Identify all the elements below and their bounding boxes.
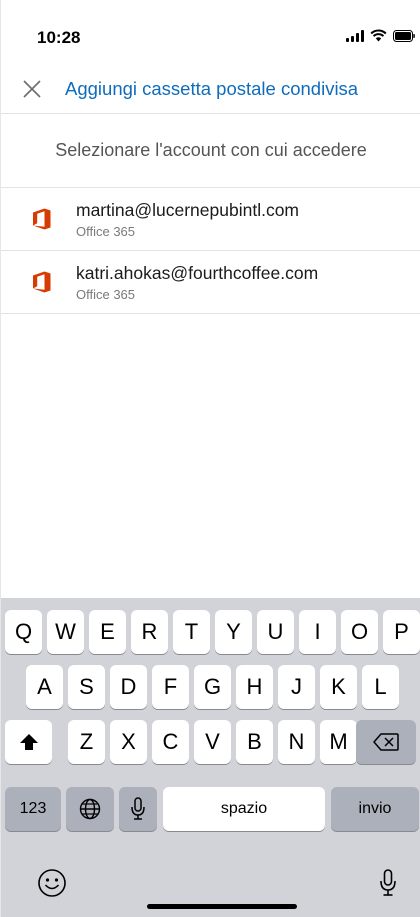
key-l[interactable]: L bbox=[362, 665, 399, 709]
globe-icon bbox=[79, 798, 101, 820]
key-d[interactable]: D bbox=[110, 665, 147, 709]
key-y[interactable]: Y bbox=[215, 610, 252, 654]
space-key[interactable]: spazio bbox=[163, 787, 325, 831]
battery-icon bbox=[393, 30, 415, 42]
account-type: Office 365 bbox=[76, 287, 136, 302]
emoji-icon[interactable] bbox=[35, 866, 69, 900]
page-title: Aggiungi cassetta postale condivisa bbox=[65, 78, 359, 99]
key-z[interactable]: Z bbox=[68, 720, 105, 764]
key-b[interactable]: B bbox=[236, 720, 273, 764]
office-logo-icon bbox=[32, 271, 52, 293]
dictation-microphone-icon[interactable] bbox=[371, 866, 405, 900]
keyboard-row-1: Q W E R T Y U I O P bbox=[1, 610, 420, 654]
return-key[interactable]: invio bbox=[331, 787, 419, 831]
close-icon[interactable] bbox=[21, 78, 43, 100]
globe-key[interactable] bbox=[66, 787, 114, 831]
keyboard-row-3: Z X C V B N M bbox=[1, 720, 420, 764]
key-j[interactable]: J bbox=[278, 665, 315, 709]
key-s[interactable]: S bbox=[68, 665, 105, 709]
account-list: martina@lucernepubintl.com Office 365 ka… bbox=[1, 188, 420, 314]
status-bar: 10:28 bbox=[1, 0, 420, 62]
shift-key[interactable] bbox=[5, 720, 52, 764]
account-row[interactable]: katri.ahokas@fourthcoffee.com Office 365 bbox=[1, 251, 420, 314]
keyboard-row-2: A S D F G H J K L bbox=[1, 665, 420, 709]
key-r[interactable]: R bbox=[131, 610, 168, 654]
key-g[interactable]: G bbox=[194, 665, 231, 709]
microphone-icon bbox=[131, 797, 145, 820]
account-type: Office 365 bbox=[76, 224, 136, 239]
key-m[interactable]: M bbox=[320, 720, 357, 764]
key-h[interactable]: H bbox=[236, 665, 273, 709]
shift-arrow-icon bbox=[19, 734, 38, 750]
wifi-icon bbox=[370, 29, 387, 42]
home-indicator bbox=[147, 904, 297, 909]
keyboard-row-4: 123 spazio invio bbox=[1, 787, 420, 831]
status-time: 10:28 bbox=[37, 28, 81, 47]
key-c[interactable]: C bbox=[152, 720, 189, 764]
key-e[interactable]: E bbox=[89, 610, 126, 654]
key-i[interactable]: I bbox=[299, 610, 336, 654]
account-email: martina@lucernepubintl.com bbox=[76, 200, 300, 220]
key-v[interactable]: V bbox=[194, 720, 231, 764]
account-email: katri.ahokas@fourthcoffee.com bbox=[76, 263, 319, 283]
key-q[interactable]: Q bbox=[5, 610, 42, 654]
office-logo-icon bbox=[32, 208, 52, 230]
key-x[interactable]: X bbox=[110, 720, 147, 764]
key-f[interactable]: F bbox=[152, 665, 189, 709]
key-u[interactable]: U bbox=[257, 610, 294, 654]
screen: 10:28 Aggiungi cassetta postale condivis… bbox=[0, 0, 420, 917]
key-a[interactable]: A bbox=[26, 665, 63, 709]
key-p[interactable]: P bbox=[383, 610, 420, 654]
key-o[interactable]: O bbox=[341, 610, 378, 654]
backspace-icon bbox=[373, 733, 399, 751]
backspace-key[interactable] bbox=[356, 720, 416, 764]
account-row[interactable]: martina@lucernepubintl.com Office 365 bbox=[1, 188, 420, 251]
status-icons bbox=[346, 29, 415, 42]
dictation-key[interactable] bbox=[119, 787, 157, 831]
key-t[interactable]: T bbox=[173, 610, 210, 654]
key-k[interactable]: K bbox=[320, 665, 357, 709]
nav-header: Aggiungi cassetta postale condivisa bbox=[1, 62, 420, 114]
onscreen-keyboard: Q W E R T Y U I O P A S D F G H J K L Z … bbox=[1, 598, 420, 917]
cellular-signal-icon bbox=[346, 30, 364, 42]
instruction-text: Selezionare l'account con cui accedere bbox=[1, 114, 420, 188]
key-w[interactable]: W bbox=[47, 610, 84, 654]
key-n[interactable]: N bbox=[278, 720, 315, 764]
numbers-key[interactable]: 123 bbox=[5, 787, 61, 831]
